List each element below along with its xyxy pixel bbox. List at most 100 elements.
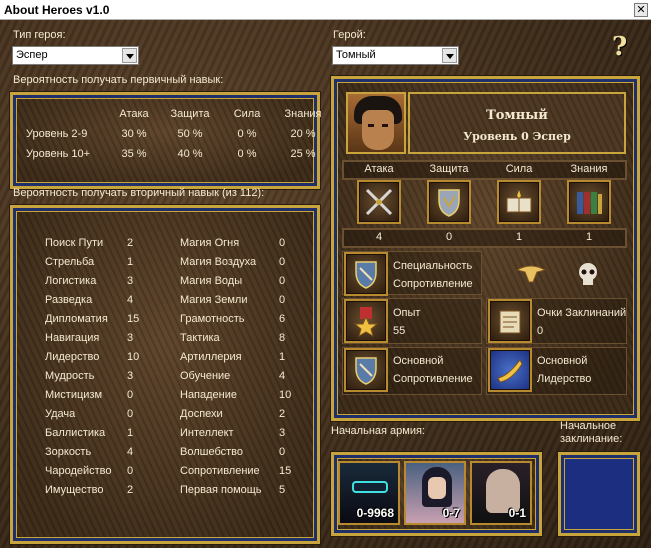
skill1-line1: Основной xyxy=(393,355,444,367)
table-row: Уровень 10+ 35 % 40 % 0 % 25 % xyxy=(26,144,332,164)
unit-count: 0-1 xyxy=(508,506,526,520)
stat-label-defense: Защита xyxy=(429,163,469,175)
skill-value: 2 xyxy=(127,237,134,249)
unit-count: 0-7 xyxy=(442,506,460,520)
row-label: Уровень 10+ xyxy=(26,148,91,160)
main-area: Тип героя: Эспер Герой: Томный ? Вероятн… xyxy=(0,20,651,548)
skill-value: 10 xyxy=(127,351,140,363)
stat-value-defense: 0 xyxy=(445,231,453,243)
skill-value: 0 xyxy=(279,275,286,287)
skill-name: Мудрость xyxy=(45,370,95,382)
skill-value: 3 xyxy=(127,332,134,344)
skill-value: 4 xyxy=(127,294,134,306)
hero-type-select[interactable]: Эспер xyxy=(12,46,139,65)
attack-icon xyxy=(357,180,401,224)
cell: 30 % xyxy=(121,128,147,140)
skill-name: Удача xyxy=(45,408,76,420)
row-label: Уровень 2-9 xyxy=(26,128,88,140)
skill-value: 0 xyxy=(279,294,286,306)
table-row: Уровень 2-9 30 % 50 % 0 % 20 % xyxy=(26,124,332,144)
column-header: Сила xyxy=(233,108,261,120)
skill-name: Логистика xyxy=(45,275,97,287)
skill-name: Лидерство xyxy=(45,351,100,363)
hero-type-value: Эспер xyxy=(16,49,48,61)
experience-label: Опыт xyxy=(393,307,421,319)
cell: 40 % xyxy=(177,148,203,160)
skill-name: Баллистика xyxy=(45,427,106,439)
primary-caption: Вероятность получать первичный навык: xyxy=(13,74,224,86)
spell-points-label: Очки Заклинаний xyxy=(537,307,627,319)
skill-value: 2 xyxy=(127,484,134,496)
power-icon xyxy=(497,180,541,224)
help-icon[interactable]: ? xyxy=(612,32,627,62)
skill-name: Грамотность xyxy=(180,313,245,325)
skill-value: 15 xyxy=(127,313,140,325)
skill-name: Мистицизм xyxy=(45,389,103,401)
horn-icon xyxy=(488,348,532,392)
specialty-line1: Специальность xyxy=(393,260,473,272)
skill-value: 0 xyxy=(279,446,286,458)
specialty-line2: Сопротивление xyxy=(393,278,473,290)
cell: 50 % xyxy=(177,128,203,140)
hero-name: Томный xyxy=(486,108,548,123)
cell: 35 % xyxy=(121,148,147,160)
skill-name: Артиллерия xyxy=(180,351,242,363)
cell: 25 % xyxy=(290,148,316,160)
skill-value: 15 xyxy=(279,465,292,477)
hero-portrait xyxy=(346,92,406,154)
skill-value: 1 xyxy=(127,427,134,439)
skull-icon xyxy=(566,252,610,296)
experience-value: 55 xyxy=(393,325,406,337)
column-header: Знания xyxy=(284,108,322,120)
army-unit-1[interactable]: 0-9968 xyxy=(338,461,400,525)
army-label: Начальная армия: xyxy=(331,425,425,437)
army-unit-3[interactable]: 0-1 xyxy=(470,461,532,525)
stat-value-knowledge: 1 xyxy=(585,231,593,243)
hero-label: Герой: xyxy=(333,29,366,41)
hero-select[interactable]: Томный xyxy=(332,46,459,65)
cell: 20 % xyxy=(290,128,316,140)
skill-value: 0 xyxy=(127,408,134,420)
skill-name: Поиск Пути xyxy=(45,237,104,249)
skill-name: Магия Воздуха xyxy=(180,256,257,268)
skill-value: 3 xyxy=(127,275,134,287)
window-title: About Heroes v1.0 xyxy=(4,3,110,17)
skill-name: Магия Земли xyxy=(180,294,248,306)
defense-icon xyxy=(427,180,471,224)
skill-value: 1 xyxy=(127,256,134,268)
skill1-line2: Сопротивление xyxy=(393,373,473,385)
skill-name: Разведка xyxy=(45,294,93,306)
chevron-down-icon[interactable] xyxy=(122,48,137,63)
skill-name: Магия Огня xyxy=(180,237,240,249)
skill-value: 4 xyxy=(279,370,286,382)
skill-value: 1 xyxy=(279,351,286,363)
skill-name: Сопротивление xyxy=(180,465,260,477)
skill-value: 4 xyxy=(127,446,134,458)
eagle-icon xyxy=(509,252,553,296)
skill-name: Нападение xyxy=(180,389,238,401)
skill-name: Обучение xyxy=(180,370,231,382)
title-bar: About Heroes v1.0 ✕ xyxy=(0,0,651,20)
shield-icon xyxy=(344,252,388,296)
chevron-down-icon[interactable] xyxy=(442,48,457,63)
skill-name: Первая помощь xyxy=(180,484,262,496)
starting-spell-slot[interactable] xyxy=(558,452,640,536)
column-header: Защита xyxy=(170,108,210,120)
skill-name: Магия Воды xyxy=(180,275,243,287)
stat-value-attack: 4 xyxy=(375,231,383,243)
skill-name: Волшебство xyxy=(180,446,244,458)
skill-name: Имущество xyxy=(45,484,104,496)
skill-name: Чародейство xyxy=(45,465,112,477)
army-unit-2[interactable]: 0-7 xyxy=(404,461,466,525)
primary-table: Атака Защита Сила Знания Уровень 2-9 30 … xyxy=(26,104,332,164)
primary-header-row: Атака Защита Сила Знания xyxy=(26,104,332,124)
skill-value: 2 xyxy=(279,408,286,420)
spell-label-line2: заклинание: xyxy=(560,433,623,445)
stat-label-power: Сила xyxy=(505,163,533,175)
spell-points-value: 0 xyxy=(537,325,544,337)
column-header: Атака xyxy=(119,108,149,120)
close-button[interactable]: ✕ xyxy=(634,3,648,17)
skill-name: Тактика xyxy=(180,332,220,344)
skill-value: 0 xyxy=(279,237,286,249)
cell: 0 % xyxy=(237,148,257,160)
